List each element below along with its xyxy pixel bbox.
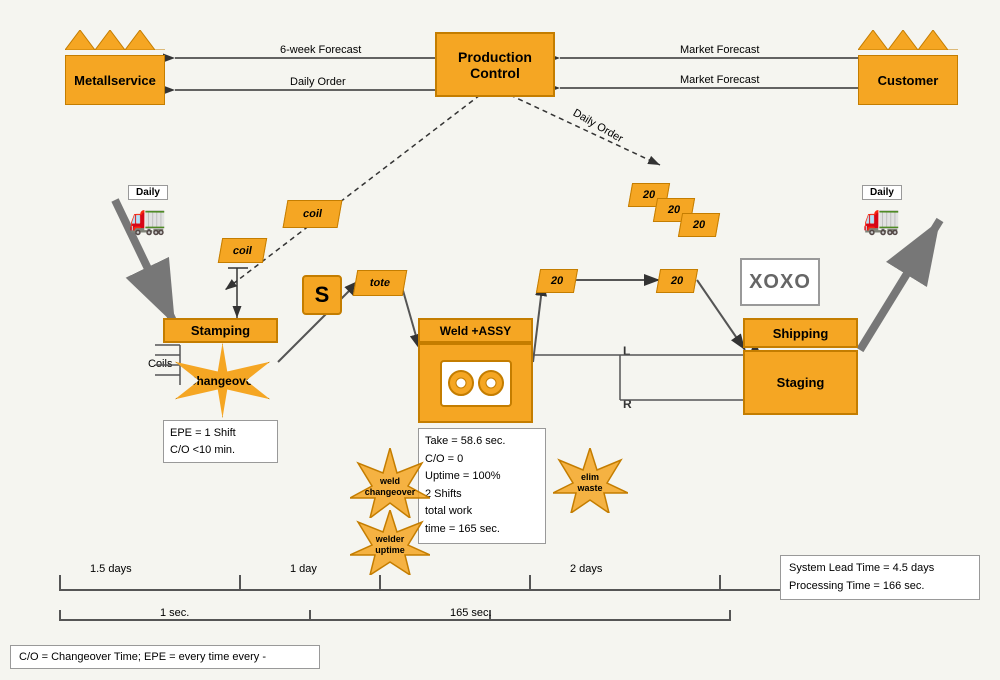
factory-roof-customer bbox=[858, 30, 958, 50]
daily-order-right-label: Daily Order bbox=[571, 107, 625, 145]
kaizen-weld-changeover: weld changeover bbox=[350, 448, 430, 518]
stamping-data-box: EPE = 1 Shift C/O <10 min. bbox=[163, 420, 278, 463]
system-info-box: System Lead Time = 4.5 days Processing T… bbox=[780, 555, 980, 600]
market-forecast2-label: Market Forecast bbox=[680, 74, 759, 86]
timeline-time-1: 1 sec. bbox=[160, 607, 189, 619]
processing-time: Processing Time = 166 sec. bbox=[789, 578, 971, 596]
timeline-days-2: 1 day bbox=[290, 563, 317, 575]
customer-factory: Customer bbox=[858, 30, 958, 105]
value-stream-map: { "title": "Value Stream Map", "supplier… bbox=[0, 0, 1000, 680]
svg-text:weld: weld bbox=[379, 476, 400, 486]
customer-label: Customer bbox=[858, 55, 958, 105]
weld-uptime: Uptime = 100% bbox=[425, 468, 539, 486]
svg-text:L: L bbox=[623, 344, 630, 358]
weld-process-header: Weld +ASSY bbox=[418, 318, 533, 343]
right-truck: Daily 🚛 bbox=[862, 185, 902, 237]
weld-data-box: Take = 58.6 sec. C/O = 0 Uptime = 100% 2… bbox=[418, 428, 546, 544]
kaizen-elim-waste: elim waste bbox=[553, 448, 628, 513]
legend-text: C/O = Changeover Time; EPE = every time … bbox=[19, 651, 266, 663]
timeline-days-3: 2 days bbox=[570, 563, 602, 575]
metallservice-factory: Metallservice bbox=[65, 30, 165, 105]
coil-stamping: coil bbox=[218, 238, 267, 263]
factory-roof-metallservice bbox=[65, 30, 165, 50]
shipping-process: Shipping bbox=[743, 318, 858, 348]
xoxo-label: XOXO bbox=[749, 271, 811, 294]
metallservice-label: Metallservice bbox=[65, 55, 165, 105]
stamping-epe: EPE = 1 Shift bbox=[170, 425, 271, 442]
xoxo-box: XOXO bbox=[740, 258, 820, 306]
inv20-2: 20 bbox=[656, 269, 698, 293]
production-control-label: Production Control bbox=[437, 49, 553, 81]
weld-co: C/O = 0 bbox=[425, 451, 539, 469]
tote-inventory: tote bbox=[353, 270, 408, 296]
changeover-label: Changeover bbox=[188, 374, 257, 388]
svg-text:uptime: uptime bbox=[375, 545, 405, 555]
production-control-box: Production Control bbox=[435, 32, 555, 97]
weld-machine bbox=[418, 343, 533, 423]
supermarket-s: S bbox=[302, 275, 342, 315]
svg-text:elim: elim bbox=[581, 472, 599, 482]
market-forecast1-label: Market Forecast bbox=[680, 44, 759, 56]
forecast-label: 6-week Forecast bbox=[280, 44, 361, 56]
system-lead-time: System Lead Time = 4.5 days bbox=[789, 560, 971, 578]
inv20-1: 20 bbox=[536, 269, 578, 293]
timeline-time-2: 165 sec. bbox=[450, 607, 492, 619]
svg-text:R: R bbox=[623, 397, 632, 411]
kaizen-welder-uptime: welder uptime bbox=[350, 510, 430, 575]
weld-take: Take = 58.6 sec. bbox=[425, 433, 539, 451]
inv20-push3: 20 bbox=[678, 213, 720, 237]
right-truck-label: Daily bbox=[862, 185, 902, 200]
timeline-days-1: 1.5 days bbox=[90, 563, 132, 575]
coil-supplier: coil bbox=[283, 200, 343, 228]
stamping-label: Stamping bbox=[191, 323, 250, 338]
svg-text:welder: welder bbox=[375, 534, 405, 544]
weld-work-time: total worktime = 165 sec. bbox=[425, 503, 539, 538]
weld-machine-icon bbox=[436, 356, 516, 411]
svg-text:changeover: changeover bbox=[365, 487, 416, 497]
left-truck-label: Daily bbox=[128, 185, 168, 200]
stamping-co: C/O <10 min. bbox=[170, 442, 271, 459]
legend-box: C/O = Changeover Time; EPE = every time … bbox=[10, 645, 320, 669]
left-truck: Daily 🚛 bbox=[128, 185, 168, 237]
svg-text:waste: waste bbox=[576, 483, 602, 493]
right-truck-icon: 🚛 bbox=[862, 202, 902, 237]
shipping-label: Shipping bbox=[773, 326, 829, 341]
left-truck-icon: 🚛 bbox=[128, 202, 168, 237]
staging-label: Staging bbox=[777, 375, 825, 390]
stamping-process: Stamping bbox=[163, 318, 278, 343]
stamping-changeover: Changeover bbox=[175, 343, 270, 418]
staging-box: Staging bbox=[743, 350, 858, 415]
weld-shifts: 2 Shifts bbox=[425, 486, 539, 504]
daily-order-left-label: Daily Order bbox=[290, 76, 346, 88]
weld-label: Weld +ASSY bbox=[440, 324, 511, 338]
